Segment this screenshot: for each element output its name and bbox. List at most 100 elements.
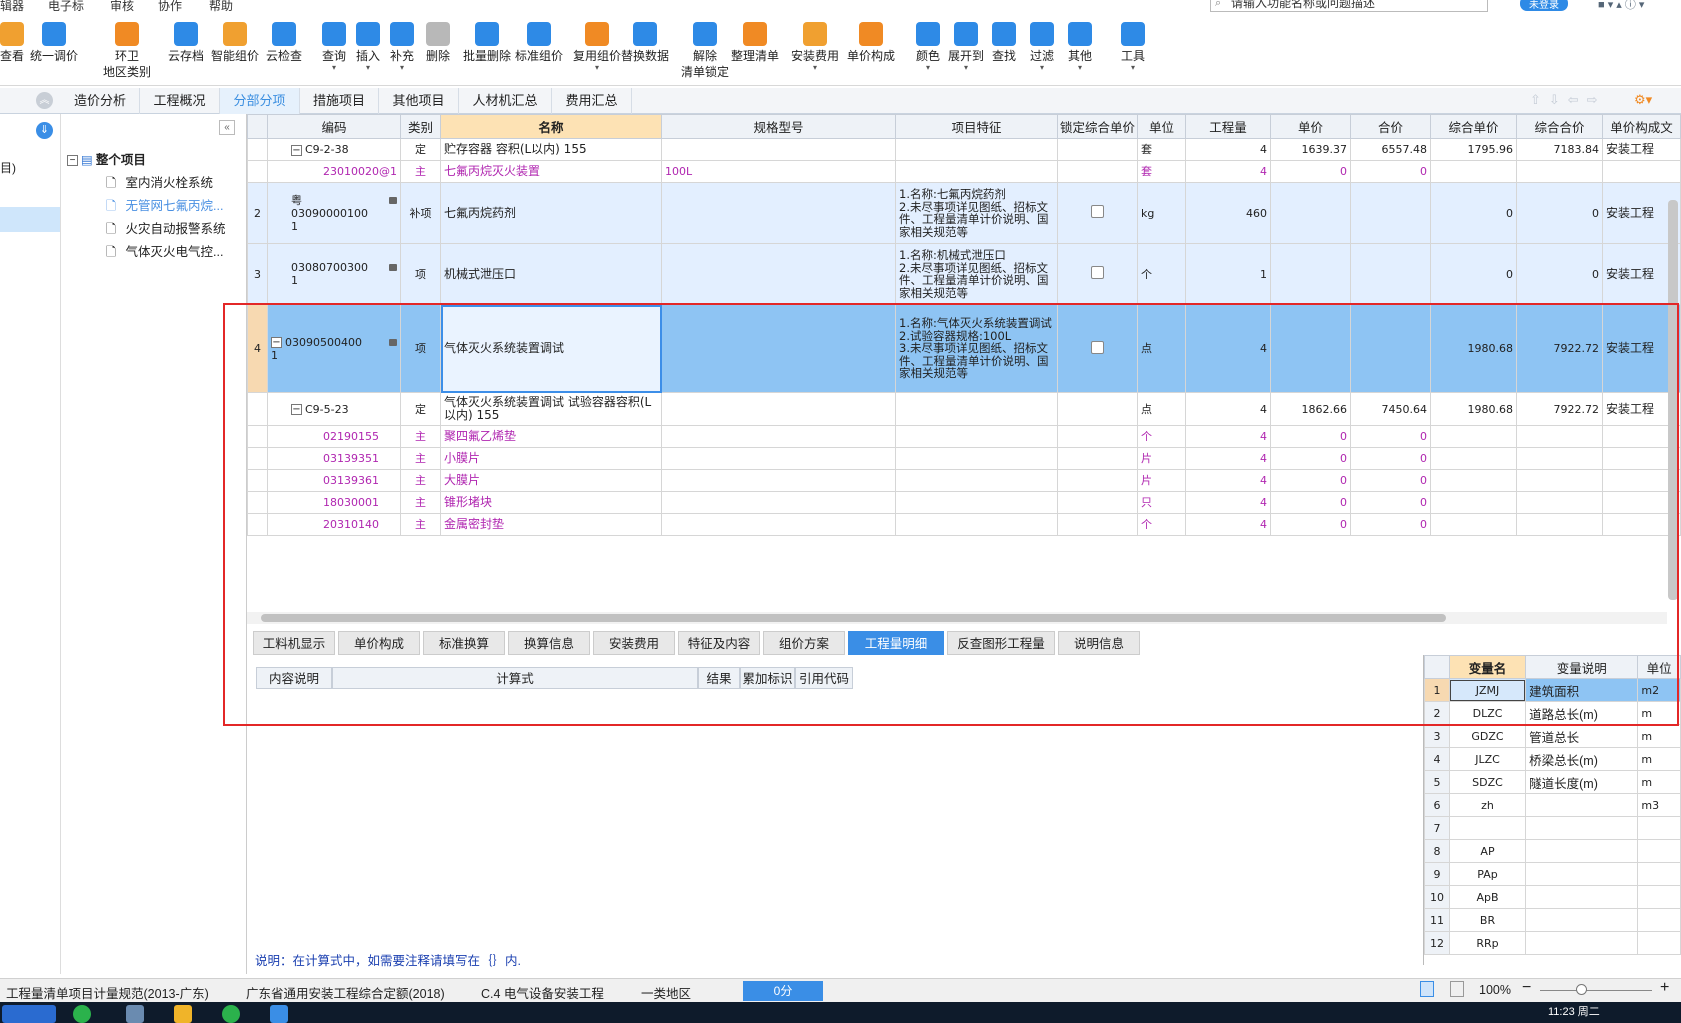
column-header[interactable]: 综合单价 — [1430, 114, 1517, 139]
table-row[interactable]: 03139361 主大膜片片 4 0 0 — [247, 469, 1681, 492]
cprice-cell[interactable] — [1430, 160, 1517, 183]
menu-item[interactable]: 审核 — [110, 0, 134, 12]
variable-description[interactable] — [1525, 908, 1639, 932]
tree-item[interactable]: 🗋 无管网七氟丙烷... — [106, 195, 223, 218]
filter-button[interactable]: 过滤 ▾ — [1024, 22, 1060, 72]
insert-button[interactable]: 插入 ▾ — [350, 22, 386, 72]
code-cell[interactable]: 18030001 — [267, 491, 401, 514]
price-cell[interactable]: 1639.37 — [1270, 138, 1351, 161]
variable-description[interactable]: 隧道长度(m) — [1525, 770, 1639, 794]
score-badge[interactable]: 0分 — [743, 981, 823, 1001]
spec-cell[interactable] — [661, 447, 896, 470]
type-cell[interactable]: 主 — [400, 160, 441, 183]
feature-cell[interactable]: 1.名称:机械式泄压口 2.未尽事项详见图纸、招标文件、工程量清单计价说明、国家… — [895, 243, 1058, 305]
bottom-tab[interactable]: 特征及内容 — [678, 631, 760, 655]
variable-row[interactable]: 9 PAp — [1424, 862, 1681, 886]
name-cell[interactable]: 金属密封垫 — [440, 513, 662, 536]
variable-description[interactable]: 桥梁总长(m) — [1525, 747, 1639, 771]
tab-items[interactable]: 分部分项 — [220, 88, 300, 114]
total-cell[interactable]: 0 — [1350, 447, 1431, 470]
cprice-cell[interactable]: 1980.68 — [1430, 304, 1517, 393]
table-row[interactable]: 23010020@1 主七氟丙烷灭火装置 100L 套 4 0 0 — [247, 160, 1681, 183]
qty-cell[interactable]: 460 — [1185, 182, 1271, 244]
query-button[interactable]: 查询 ▾ — [316, 22, 352, 72]
variable-unit[interactable] — [1637, 839, 1681, 863]
move-arrows-icon[interactable]: ⇧⇩⇦⇨ — [1530, 92, 1606, 108]
settings-icon[interactable]: ⚙▾ — [1634, 92, 1652, 108]
table-row[interactable]: 4−03090500400 1 项气体灭火系统装置调试 1.名称:气体灭火系统装置调… — [247, 304, 1681, 393]
batch-delete-button[interactable]: 批量删除 — [460, 22, 514, 64]
qty-cell[interactable]: 4 — [1185, 425, 1271, 448]
price-cell[interactable] — [1270, 182, 1351, 244]
lock-price-cell[interactable] — [1057, 469, 1138, 492]
split-view-icon[interactable] — [1450, 981, 1464, 997]
search-input[interactable]: ⌕ 请输入功能名称或问题描述 — [1210, 0, 1488, 12]
variable-code[interactable]: JLZC — [1448, 747, 1527, 771]
bottom-tab[interactable]: 工料机显示 — [253, 631, 335, 655]
zoom-slider-track[interactable] — [1540, 990, 1652, 991]
code-cell[interactable]: −03090500400 1 — [267, 304, 401, 393]
unit-cell[interactable]: 套 — [1137, 138, 1186, 161]
feature-cell[interactable] — [895, 469, 1058, 492]
variable-code[interactable]: DLZC — [1448, 701, 1527, 725]
lock-price-cell[interactable] — [1057, 243, 1138, 305]
other-button[interactable]: 其他 ▾ — [1062, 22, 1098, 72]
feature-cell[interactable] — [895, 447, 1058, 470]
lock-price-cell[interactable] — [1057, 160, 1138, 183]
total-cell[interactable] — [1350, 243, 1431, 305]
unit-cell[interactable]: 片 — [1137, 447, 1186, 470]
lock-price-cell[interactable] — [1057, 447, 1138, 470]
bottom-tab[interactable]: 组价方案 — [763, 631, 845, 655]
unit-cell[interactable]: 套 — [1137, 160, 1186, 183]
bottom-tab[interactable]: 说明信息 — [1058, 631, 1140, 655]
delete-button[interactable]: 删除 — [420, 22, 456, 64]
cloud-archive-button[interactable]: 云存档 — [164, 22, 208, 64]
column-header[interactable]: 规格型号 — [661, 114, 896, 139]
start-button[interactable] — [2, 1005, 56, 1023]
variable-code[interactable]: ApB — [1448, 885, 1527, 909]
name-cell[interactable]: 七氟丙烷药剂 — [440, 182, 662, 244]
column-header[interactable]: 单价 — [1270, 114, 1351, 139]
column-header[interactable]: 名称 — [440, 114, 662, 139]
lock-price-cell[interactable] — [1057, 392, 1138, 426]
name-cell[interactable]: 聚四氟乙烯垫 — [440, 425, 662, 448]
variable-row[interactable]: 4 JLZC 桥梁总长(m) m — [1424, 747, 1681, 771]
name-cell[interactable]: 机械式泄压口 — [440, 243, 662, 305]
collapse-icon[interactable]: − — [271, 337, 282, 348]
unit-price-composition-button[interactable]: 单价构成 — [844, 22, 898, 64]
table-row[interactable]: 02190155 主聚四氟乙烯垫个 4 0 0 — [247, 425, 1681, 448]
name-cell[interactable]: 贮存容器 容积(L以内) 155 — [440, 138, 662, 161]
column-header[interactable]: 编码 — [267, 114, 401, 139]
lock-price-cell[interactable] — [1057, 304, 1138, 393]
unit-cell[interactable]: 片 — [1137, 469, 1186, 492]
cprice-cell[interactable] — [1430, 425, 1517, 448]
qty-cell[interactable]: 4 — [1185, 392, 1271, 426]
tab-other-items[interactable]: 其他项目 — [379, 88, 459, 114]
install-fee-button[interactable]: 安装费用 ▾ — [788, 22, 842, 72]
cloud-check-button[interactable]: 云检查 — [262, 22, 306, 64]
spec-cell[interactable] — [661, 138, 896, 161]
spec-cell[interactable] — [661, 491, 896, 514]
ctotal-cell[interactable]: 0 — [1516, 182, 1603, 244]
code-cell[interactable]: − C9-2-38 — [267, 138, 401, 161]
expand-to-button[interactable]: 展开到 ▾ — [946, 22, 986, 72]
variable-row[interactable]: 12 RRp — [1424, 931, 1681, 955]
total-cell[interactable]: 7450.64 — [1350, 392, 1431, 426]
collapse-icon[interactable]: − — [67, 155, 78, 167]
variable-row[interactable]: 11 BR — [1424, 908, 1681, 932]
ctotal-cell[interactable]: 7922.72 — [1516, 304, 1603, 393]
variable-unit[interactable] — [1637, 885, 1681, 909]
variable-code[interactable]: SDZC — [1448, 770, 1527, 794]
tab-cost-analysis[interactable]: 造价分析 — [61, 88, 140, 114]
name-cell[interactable]: 七氟丙烷灭火装置 — [440, 160, 662, 183]
replace-data-button[interactable]: 替换数据 — [618, 22, 672, 64]
sanitation-button[interactable]: 环卫 地区类别 — [92, 22, 162, 80]
browser-icon[interactable] — [222, 1005, 240, 1023]
total-cell[interactable]: 0 — [1350, 491, 1431, 514]
spec-cell[interactable] — [661, 392, 896, 426]
code-cell[interactable]: 粤 03090000100 1 — [267, 182, 401, 244]
feature-cell[interactable] — [895, 392, 1058, 426]
menu-item[interactable]: 协作 — [158, 0, 182, 12]
variable-row[interactable]: 5 SDZC 隧道长度(m) m — [1424, 770, 1681, 794]
column-header[interactable]: 工程量 — [1185, 114, 1271, 139]
